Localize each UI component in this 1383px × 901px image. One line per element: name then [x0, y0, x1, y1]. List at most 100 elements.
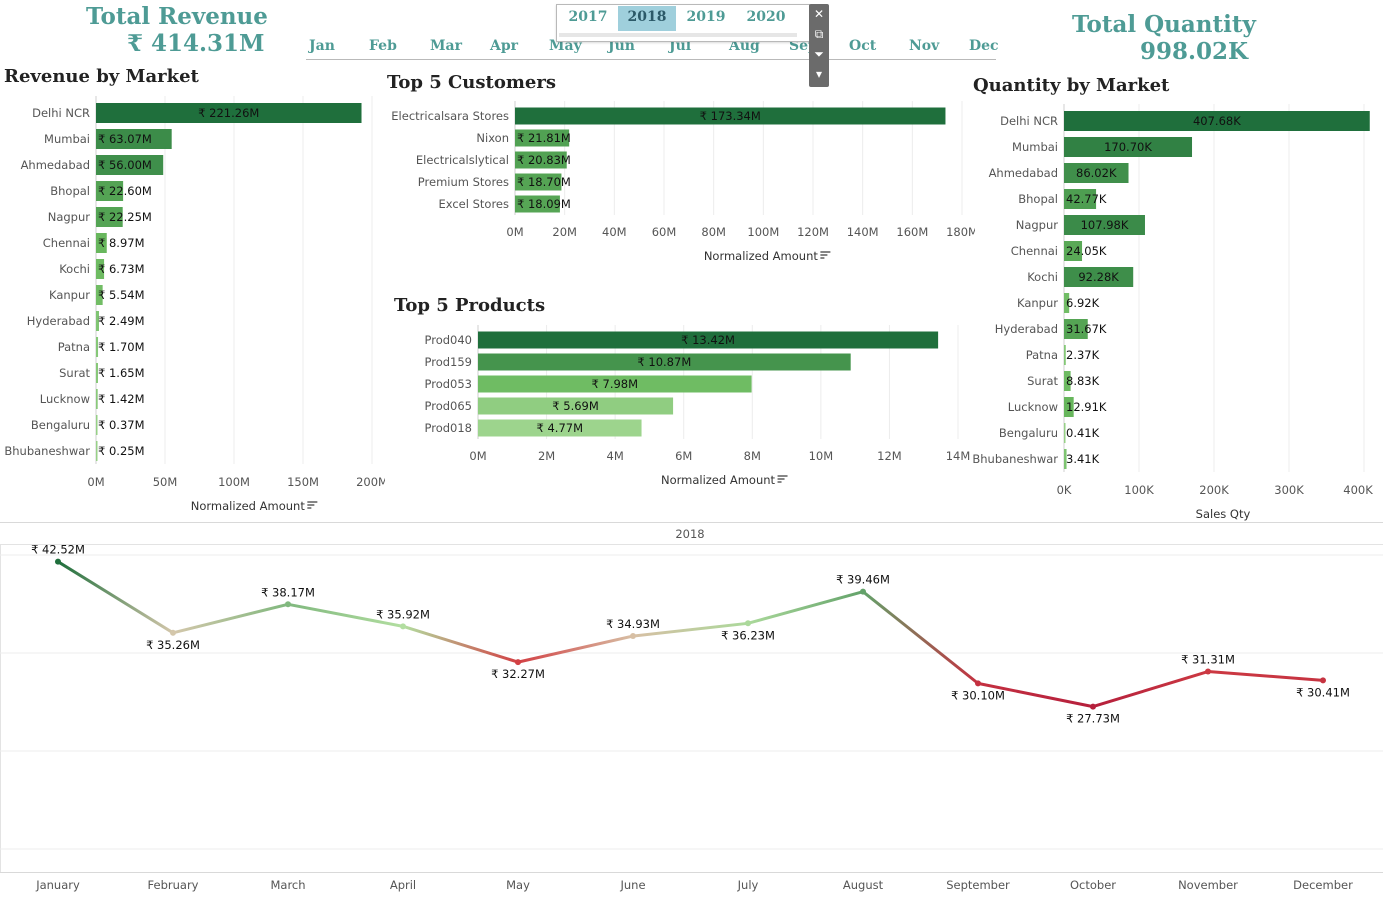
- x-axis-title: Normalized Amount: [661, 473, 776, 487]
- month-dec[interactable]: Dec: [969, 38, 999, 54]
- data-label: ₹ 56.00M: [98, 158, 152, 172]
- category-label: Delhi NCR: [32, 106, 90, 120]
- category-label: Nagpur: [48, 210, 91, 224]
- data-label: ₹ 4.77M: [537, 421, 584, 435]
- x-tick-label: November: [1178, 878, 1238, 892]
- x-tick-label: 2M: [538, 449, 555, 463]
- data-label: 42.77K: [1066, 192, 1107, 206]
- data-label: ₹ 22.25M: [98, 210, 152, 224]
- x-tick-label: October: [1070, 878, 1116, 892]
- data-label: 2.37K: [1066, 348, 1100, 362]
- data-point: [285, 601, 291, 608]
- x-tick-label: 4M: [607, 449, 624, 463]
- x-tick-label: 0M: [506, 225, 523, 239]
- top5-products-chart: 0M 2M 4M 6M 8M 10M 12M 14M Prod040 ₹ 13.42M Prod15…: [425, 325, 970, 487]
- x-tick-label: 80M: [701, 225, 726, 239]
- x-tick-label: 20M: [552, 225, 577, 239]
- year-2019[interactable]: 2019: [677, 6, 735, 31]
- category-label: Hyderabad: [27, 314, 90, 328]
- x-tick-label: 8M: [744, 449, 761, 463]
- category-label: Bhubaneshwar: [4, 444, 90, 458]
- month-apr[interactable]: Apr: [490, 38, 518, 54]
- month-filter-divider: [306, 59, 996, 60]
- category-label: Surat: [1027, 374, 1058, 388]
- series-line-segment: [1206, 670, 1325, 682]
- x-tick-label: May: [506, 878, 530, 892]
- data-label: ₹ 13.42M: [681, 333, 735, 347]
- x-tick-label: June: [619, 878, 645, 892]
- data-label: 86.02K: [1076, 166, 1117, 180]
- data-point: [860, 588, 866, 595]
- month-jan[interactable]: Jan: [309, 38, 335, 54]
- data-point: [515, 659, 521, 666]
- category-label: Electricalsara Stores: [391, 109, 509, 123]
- category-label: Excel Stores: [438, 197, 509, 211]
- category-label: Ahmedabad: [989, 166, 1058, 180]
- top5-customers-chart: 0M 20M 40M 60M 80M 100M 120M 140M 160M 180MElectr…: [391, 101, 975, 263]
- total-quantity-value: 998.02K: [1140, 38, 1249, 65]
- x-tick-label: 0K: [1057, 483, 1072, 497]
- popout-icon[interactable]: ⧉: [809, 24, 829, 44]
- category-label: Bhopal: [50, 184, 90, 198]
- data-label: 3.41K: [1066, 452, 1100, 466]
- data-label: ₹ 7.98M: [592, 377, 639, 391]
- category-label: Bengaluru: [31, 418, 90, 432]
- x-tick-label: February: [148, 878, 199, 892]
- data-point: [170, 629, 176, 636]
- series-line-segment: [516, 634, 635, 664]
- category-label: Kanpur: [49, 288, 90, 302]
- category-label: Bhopal: [1018, 192, 1058, 206]
- x-tick-label: 140M: [847, 225, 879, 239]
- data-label: ₹ 39.46M: [836, 573, 890, 587]
- data-label: 8.83K: [1066, 374, 1100, 388]
- filter-icon[interactable]: ⏷: [809, 44, 829, 64]
- data-label: ₹ 30.41M: [1296, 685, 1350, 699]
- data-label: ₹ 35.92M: [376, 607, 430, 621]
- month-feb[interactable]: Feb: [369, 38, 397, 54]
- data-label: 24.05K: [1066, 244, 1107, 258]
- series-line-segment: [401, 624, 520, 664]
- data-label: ₹ 1.70M: [98, 340, 145, 354]
- data-label: 31.67K: [1066, 322, 1107, 336]
- category-label: Surat: [59, 366, 90, 380]
- data-label: ₹ 221.26M: [198, 106, 259, 120]
- data-label: ₹ 18.70M: [517, 175, 571, 189]
- month-mar[interactable]: Mar: [430, 38, 462, 54]
- monthly-revenue-line-chart: 2018 ₹ 42.52M January ₹ 35.26M February ₹ 38.…: [0, 522, 1383, 892]
- x-tick-label: 150M: [287, 475, 319, 489]
- data-label: 107.98K: [1081, 218, 1129, 232]
- close-icon[interactable]: ✕: [809, 4, 829, 24]
- data-point: [400, 623, 406, 630]
- quantity-by-market-chart: 0K 100K 200K 300K 400K Delhi NCR 407.68K Mumbai…: [972, 104, 1373, 521]
- year-2020[interactable]: 2020: [737, 6, 795, 31]
- category-label: Lucknow: [40, 392, 90, 406]
- menu-dropdown-icon[interactable]: ▾: [809, 64, 829, 84]
- data-label: ₹ 38.17M: [261, 585, 315, 599]
- filter-toolbar: ✕ ⧉ ⏷ ▾: [809, 4, 829, 87]
- month-nov[interactable]: Nov: [909, 38, 939, 54]
- data-label: 12.91K: [1066, 400, 1107, 414]
- data-label: ₹ 5.69M: [552, 399, 599, 413]
- category-label: Prod018: [425, 421, 473, 435]
- category-label: Nixon: [476, 131, 509, 145]
- x-tick-label: 6M: [675, 449, 692, 463]
- x-tick-label: 40M: [602, 225, 627, 239]
- year-2018[interactable]: 2018: [618, 6, 676, 31]
- data-label: ₹ 30.10M: [951, 688, 1005, 702]
- month-oct[interactable]: Oct: [849, 38, 876, 54]
- x-tick-label: July: [737, 878, 759, 892]
- year-2017[interactable]: 2017: [559, 6, 617, 31]
- data-label: ₹ 36.23M: [721, 628, 775, 642]
- total-revenue-value: ₹ 414.31M: [127, 30, 265, 57]
- series-line-segment: [171, 602, 290, 635]
- data-label: ₹ 1.42M: [98, 392, 145, 406]
- category-label: Premium Stores: [418, 175, 509, 189]
- x-tick-label: 120M: [797, 225, 829, 239]
- data-label: ₹ 6.73M: [98, 262, 145, 276]
- category-label: Bengaluru: [999, 426, 1058, 440]
- revenue-by-market-title: Revenue by Market: [4, 66, 199, 87]
- year-filter-scrollbar[interactable]: [559, 33, 797, 37]
- category-label: Patna: [1026, 348, 1058, 362]
- series-line-segment: [861, 590, 980, 685]
- x-tick-label: January: [35, 878, 80, 892]
